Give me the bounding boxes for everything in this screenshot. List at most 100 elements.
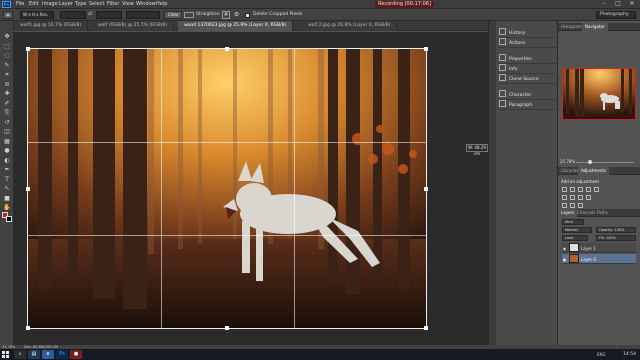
- move-icon[interactable]: ✥: [2, 33, 12, 41]
- workspace-dropdown[interactable]: Photography: [596, 11, 636, 19]
- marquee-icon[interactable]: ⬚: [2, 43, 12, 51]
- exposure-icon[interactable]: [586, 187, 591, 192]
- tab-adjustments[interactable]: Adjustments: [578, 167, 610, 175]
- levels-icon[interactable]: [570, 187, 575, 192]
- height-field[interactable]: [96, 11, 122, 19]
- path-select-icon[interactable]: ↖: [2, 185, 12, 193]
- eraser-icon[interactable]: ◫: [2, 128, 12, 136]
- browser-icon[interactable]: e: [42, 350, 54, 359]
- eye-icon[interactable]: ◉: [562, 255, 567, 265]
- crop-handle-top[interactable]: [225, 47, 229, 51]
- threshold-icon[interactable]: [578, 203, 583, 208]
- curves-icon[interactable]: [578, 187, 583, 192]
- menu-select[interactable]: Select: [89, 1, 104, 8]
- fill-field[interactable]: Fill: 100%: [596, 235, 636, 241]
- black-white-icon[interactable]: [578, 195, 583, 200]
- lasso-icon[interactable]: ◌: [2, 52, 12, 60]
- resolution-field[interactable]: [126, 11, 160, 19]
- dodge-icon[interactable]: ◐: [2, 157, 12, 165]
- delete-cropped-checkbox[interactable]: [245, 13, 250, 18]
- eye-icon[interactable]: ◉: [562, 244, 567, 254]
- pen-icon[interactable]: ✒: [2, 166, 12, 174]
- panel-properties[interactable]: Properties: [499, 54, 555, 64]
- brush-icon[interactable]: ✐: [2, 100, 12, 108]
- panel-info[interactable]: Info: [499, 64, 555, 74]
- crop-handle-left[interactable]: [26, 187, 30, 191]
- swap-icon[interactable]: ⇄: [88, 11, 92, 17]
- healing-icon[interactable]: ✚: [2, 90, 12, 98]
- gear-icon[interactable]: ⚙: [234, 11, 242, 19]
- language-indicator[interactable]: ENG: [597, 350, 606, 359]
- posterize-icon[interactable]: [570, 203, 575, 208]
- lock-controls[interactable]: Lock:: [562, 235, 588, 241]
- menu-type[interactable]: Type: [75, 1, 86, 8]
- crop-handle-top-left[interactable]: [26, 47, 30, 51]
- gradient-icon[interactable]: ▦: [2, 138, 12, 146]
- menu-image[interactable]: Image: [42, 1, 58, 8]
- menu-help[interactable]: Help: [156, 1, 167, 8]
- crop-tool-icon[interactable]: ⌗: [3, 11, 13, 19]
- panel-clone-source[interactable]: Clone Source: [499, 74, 555, 84]
- crop-bounding-box[interactable]: [26, 47, 428, 330]
- search-icon[interactable]: ⌕: [14, 350, 26, 359]
- photoshop-taskbar-icon[interactable]: Ps: [56, 350, 68, 359]
- crop-handle-bottom-right[interactable]: [424, 326, 428, 330]
- navigator-thumbnail[interactable]: [562, 68, 636, 120]
- panel-paragraph[interactable]: Paragraph: [499, 100, 555, 110]
- overlay-options-icon[interactable]: #: [222, 11, 230, 19]
- panel-history[interactable]: History: [499, 28, 555, 38]
- tab-wolf1[interactable]: wolf1.jpg @ 16.7% (RGB/8): [14, 21, 89, 31]
- tab-wolf2[interactable]: wolf 2.jpg @ 26.8% (Layer 0, RGB/8): [302, 21, 398, 31]
- shape-icon[interactable]: ■: [2, 195, 12, 203]
- clear-button[interactable]: Clear: [164, 11, 183, 19]
- menu-window[interactable]: Window: [136, 1, 156, 8]
- recorder-icon[interactable]: ●: [70, 350, 82, 359]
- crop-handle-right[interactable]: [424, 187, 428, 191]
- canvas-area[interactable]: [14, 32, 488, 345]
- navigator-zoom-value[interactable]: 25.78%: [560, 159, 575, 164]
- tab-navigator[interactable]: Navigator: [582, 23, 608, 31]
- ratio-dropdown[interactable]: W x H x Res.: [20, 11, 54, 19]
- hue-saturation-icon[interactable]: [562, 195, 567, 200]
- navigator-zoom-knob[interactable]: [588, 160, 592, 164]
- crop-handle-top-right[interactable]: [424, 47, 428, 51]
- clock[interactable]: 14:54: [612, 350, 636, 359]
- tab-paths[interactable]: Paths: [594, 209, 611, 217]
- blend-mode-dropdown[interactable]: Normal: [562, 227, 592, 233]
- crop-icon[interactable]: ⌗: [2, 71, 12, 79]
- menu-view[interactable]: View: [122, 1, 134, 8]
- width-field[interactable]: [60, 11, 86, 19]
- menu-filter[interactable]: Filter: [107, 1, 119, 8]
- vibrance-icon[interactable]: [594, 187, 599, 192]
- straighten-icon[interactable]: [184, 12, 194, 18]
- type-icon[interactable]: T: [2, 176, 12, 184]
- menu-file[interactable]: File: [16, 1, 24, 8]
- minimize-button[interactable]: –: [597, 0, 611, 8]
- panel-actions[interactable]: Actions: [499, 38, 555, 48]
- tab-histogram[interactable]: Histogram: [558, 23, 585, 31]
- blur-icon[interactable]: ●: [2, 147, 12, 155]
- tab-wood[interactable]: wood 1370623.jpg @ 25.9% (Layer 0, RGB/8…: [178, 21, 294, 31]
- windows-start-icon[interactable]: [2, 351, 10, 358]
- tab-wolf[interactable]: wolf (RGB/8) @ 25.7% (RGB/8): [92, 21, 174, 31]
- opacity-field[interactable]: Opacity: 100%: [596, 227, 636, 233]
- brightness-icon[interactable]: [562, 187, 567, 192]
- eyedropper-icon[interactable]: ⊘: [2, 81, 12, 89]
- menu-layer[interactable]: Layer: [59, 1, 73, 8]
- panel-character[interactable]: Character: [499, 90, 555, 100]
- explorer-icon[interactable]: ▤: [28, 350, 40, 359]
- hand-icon[interactable]: ✋: [2, 204, 12, 212]
- stamp-icon[interactable]: ⎘: [2, 109, 12, 117]
- maximize-button[interactable]: □: [611, 0, 625, 8]
- quick-select-icon[interactable]: ✎: [2, 62, 12, 70]
- history-brush-icon[interactable]: ↺: [2, 119, 12, 127]
- layer-row-layer-1[interactable]: ◉ Layer 1: [562, 243, 636, 253]
- layer-row-layer-0[interactable]: ◉ Layer 0: [562, 254, 636, 264]
- invert-icon[interactable]: [562, 203, 567, 208]
- layer-filter-kind[interactable]: Kind: [562, 219, 584, 225]
- photo-filter-icon[interactable]: [586, 195, 591, 200]
- color-balance-icon[interactable]: [570, 195, 575, 200]
- crop-handle-bottom-left[interactable]: [26, 326, 30, 330]
- navigator-zoom-slider[interactable]: [576, 162, 634, 163]
- close-button[interactable]: ✕: [625, 0, 639, 8]
